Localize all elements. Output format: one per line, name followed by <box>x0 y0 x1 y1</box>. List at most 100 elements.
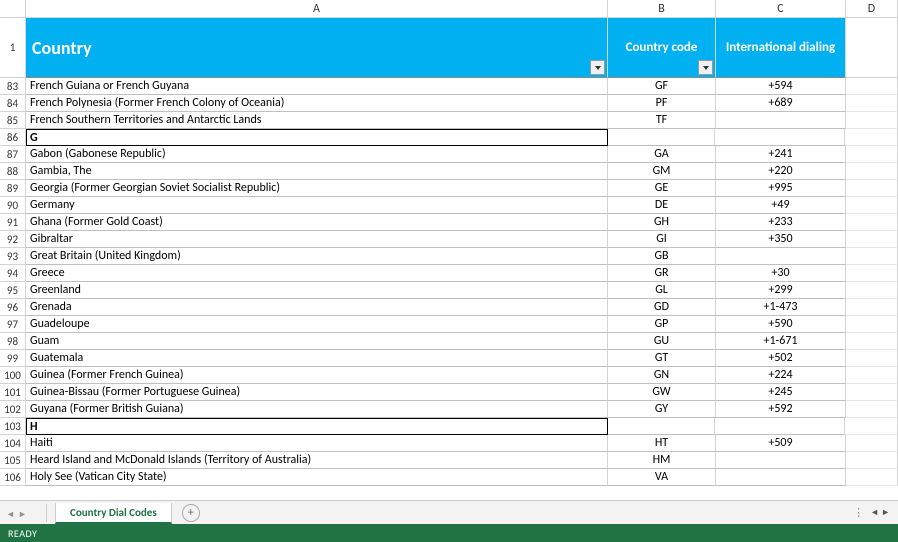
empty-cell[interactable] <box>846 197 898 214</box>
empty-cell[interactable] <box>846 469 898 486</box>
cell-country[interactable]: Guinea-Bissau (Former Portuguese Guinea) <box>26 384 608 401</box>
cell-country[interactable]: French Guiana or French Guyana <box>26 78 608 95</box>
empty-cell[interactable] <box>846 333 898 350</box>
empty-cell[interactable] <box>846 248 898 265</box>
row-number[interactable]: 86 <box>0 129 26 146</box>
column-header-c[interactable]: C <box>716 0 846 17</box>
column-header-a[interactable]: A <box>26 0 608 17</box>
column-header-b[interactable]: B <box>608 0 716 17</box>
cell-code[interactable] <box>607 418 715 435</box>
empty-cell[interactable] <box>845 418 898 435</box>
new-sheet-button[interactable]: + <box>182 504 200 522</box>
cell-country[interactable]: G <box>26 129 608 146</box>
empty-cell[interactable] <box>846 265 898 282</box>
cell-country[interactable]: Guatemala <box>26 350 608 367</box>
cell-dial[interactable] <box>716 452 846 469</box>
cell-code[interactable]: HT <box>608 435 716 452</box>
tab-resize-handle-icon[interactable] <box>853 506 868 519</box>
cell-country[interactable]: Guam <box>26 333 608 350</box>
cell-dial[interactable]: +220 <box>716 163 846 180</box>
cell-dial[interactable]: +592 <box>716 401 846 418</box>
cell-dial[interactable]: +594 <box>716 78 846 95</box>
row-number[interactable]: 88 <box>0 163 26 180</box>
cell-dial[interactable]: +241 <box>716 146 846 163</box>
tab-nav-prev-icon[interactable] <box>6 507 16 519</box>
empty-cell[interactable] <box>846 299 898 316</box>
cell-country[interactable]: Georgia (Former Georgian Soviet Socialis… <box>26 180 608 197</box>
cell-code[interactable]: GI <box>608 231 716 248</box>
cell-country[interactable]: Ghana (Former Gold Coast) <box>26 214 608 231</box>
row-number[interactable]: 100 <box>0 367 26 384</box>
cell-country[interactable]: French Polynesia (Former French Colony o… <box>26 95 608 112</box>
filter-dropdown-icon[interactable] <box>698 60 713 75</box>
cell-country[interactable]: Heard Island and McDonald Islands (Terri… <box>26 452 608 469</box>
cell-code[interactable]: GD <box>608 299 716 316</box>
tab-nav-next-icon[interactable] <box>18 507 28 519</box>
cell-dial[interactable] <box>716 469 846 486</box>
select-all-corner[interactable] <box>0 0 26 17</box>
cell-dial[interactable]: +502 <box>716 350 846 367</box>
row-number[interactable]: 106 <box>0 469 26 486</box>
cell-code[interactable]: GA <box>608 146 716 163</box>
cell-country[interactable]: Greece <box>26 265 608 282</box>
cell-code[interactable]: TF <box>608 112 716 129</box>
row-number[interactable]: 97 <box>0 316 26 333</box>
empty-cell[interactable] <box>846 146 898 163</box>
row-number[interactable]: 93 <box>0 248 26 265</box>
cell-dial[interactable]: +350 <box>716 231 846 248</box>
row-number[interactable]: 89 <box>0 180 26 197</box>
filter-dropdown-icon[interactable] <box>590 60 605 75</box>
row-number[interactable]: 96 <box>0 299 26 316</box>
empty-cell[interactable] <box>846 401 898 418</box>
cell-code[interactable]: GL <box>608 282 716 299</box>
empty-cell[interactable] <box>846 282 898 299</box>
cell-code[interactable]: GR <box>608 265 716 282</box>
empty-cell[interactable] <box>846 78 898 95</box>
cell-code[interactable]: GE <box>608 180 716 197</box>
cell-dial[interactable]: +245 <box>716 384 846 401</box>
cell-country[interactable]: Guinea (Former French Guinea) <box>26 367 608 384</box>
row-number[interactable]: 83 <box>0 78 26 95</box>
empty-cell[interactable] <box>846 231 898 248</box>
empty-cell[interactable] <box>846 367 898 384</box>
scroll-right-icon[interactable]: ► <box>881 507 890 518</box>
cell-dial[interactable] <box>715 129 845 146</box>
cell-code[interactable]: VA <box>608 469 716 486</box>
header-code-cell[interactable]: Country code <box>608 18 716 78</box>
cell-country[interactable]: Guadeloupe <box>26 316 608 333</box>
cell-country[interactable]: Gibraltar <box>26 231 608 248</box>
empty-cell[interactable] <box>846 180 898 197</box>
cell-dial[interactable]: +995 <box>716 180 846 197</box>
row-number[interactable]: 102 <box>0 401 26 418</box>
cell-code[interactable]: HM <box>608 452 716 469</box>
cell-code[interactable]: GH <box>608 214 716 231</box>
row-number[interactable]: 91 <box>0 214 26 231</box>
cell-code[interactable]: GB <box>608 248 716 265</box>
empty-cell[interactable] <box>846 112 898 129</box>
row-number[interactable]: 104 <box>0 435 26 452</box>
cell-country[interactable]: Grenada <box>26 299 608 316</box>
cell-code[interactable]: GF <box>608 78 716 95</box>
cell-country[interactable]: Germany <box>26 197 608 214</box>
cell-dial[interactable]: +30 <box>716 265 846 282</box>
cell-code[interactable]: GY <box>608 401 716 418</box>
row-number[interactable]: 94 <box>0 265 26 282</box>
row-number[interactable]: 92 <box>0 231 26 248</box>
empty-cell[interactable] <box>845 129 898 146</box>
cell-dial[interactable] <box>716 248 846 265</box>
cell-code[interactable] <box>607 129 715 146</box>
cell-country[interactable]: Greenland <box>26 282 608 299</box>
cell-dial[interactable]: +590 <box>716 316 846 333</box>
cell-dial[interactable]: +233 <box>716 214 846 231</box>
cell-code[interactable]: GW <box>608 384 716 401</box>
cell-dial[interactable] <box>715 418 845 435</box>
row-number[interactable]: 1 <box>0 18 26 78</box>
empty-cell[interactable] <box>846 316 898 333</box>
header-country-cell[interactable]: Country <box>26 18 608 78</box>
row-number[interactable]: 90 <box>0 197 26 214</box>
empty-cell[interactable] <box>846 435 898 452</box>
empty-cell[interactable] <box>846 163 898 180</box>
row-number[interactable]: 99 <box>0 350 26 367</box>
cell-dial[interactable]: +509 <box>716 435 846 452</box>
cell-code[interactable]: GT <box>608 350 716 367</box>
